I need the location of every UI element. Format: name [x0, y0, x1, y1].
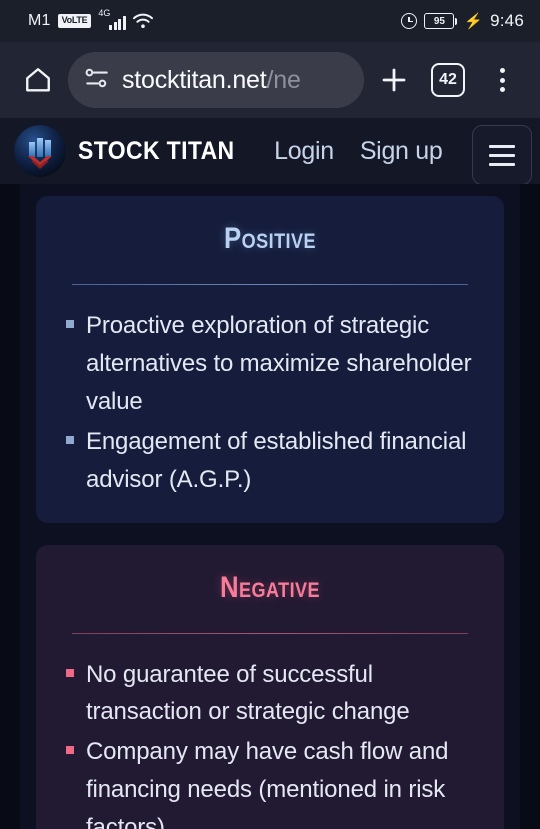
positive-card: Positive Proactive exploration of strate… — [36, 196, 504, 523]
wifi-icon — [132, 13, 153, 29]
alarm-clock-icon — [401, 13, 418, 29]
page-content: Positive Proactive exploration of strate… — [0, 184, 540, 829]
signal-bars-icon: 4G — [98, 8, 126, 30]
plus-icon[interactable] — [370, 56, 418, 104]
url-host: stocktitan.net — [122, 65, 267, 94]
negative-bullet-list: No guarantee of successful transaction o… — [60, 656, 474, 829]
tab-switcher-button[interactable]: 42 — [424, 56, 472, 104]
negative-card: Negative No guarantee of successful tran… — [36, 544, 504, 829]
battery-percent-label: 95 — [433, 15, 445, 27]
charging-bolt-icon: ⚡ — [464, 13, 484, 30]
positive-bullet-list: Proactive exploration of strategic alter… — [60, 307, 474, 499]
network-generation-label: 4G — [98, 8, 111, 18]
negative-card-divider — [72, 632, 468, 634]
signup-link[interactable]: Sign up — [360, 137, 443, 166]
positive-card-divider — [72, 284, 468, 285]
hamburger-menu-icon[interactable] — [472, 125, 532, 185]
address-bar[interactable]: stocktitan.net/ne — [68, 52, 364, 108]
right-gutter — [520, 184, 540, 829]
positive-card-title: Positive — [224, 222, 316, 255]
tab-count-label: 42 — [431, 63, 465, 97]
login-link[interactable]: Login — [274, 137, 334, 166]
site-header: STOCK TITAN Login Sign up — [0, 118, 540, 185]
kebab-menu-icon[interactable] — [478, 56, 526, 104]
brand-wordmark: STOCK TITAN — [78, 136, 235, 165]
status-bar-right: 95 ⚡ 9:46 — [401, 11, 524, 31]
status-bar-left: M1 VoLTE 4G — [16, 8, 401, 30]
status-bar-clock: 9:46 — [490, 11, 524, 30]
list-item: Engagement of established financial advi… — [60, 423, 474, 499]
browser-toolbar: stocktitan.net/ne 42 — [0, 42, 540, 118]
negative-card-title: Negative — [219, 570, 321, 604]
url-text: stocktitan.net/ne — [122, 66, 301, 95]
url-path: /ne — [266, 65, 301, 94]
phone-status-bar: M1 VoLTE 4G 95 ⚡ 9:46 — [0, 0, 540, 42]
left-gutter — [0, 184, 20, 829]
list-item: Company may have cash flow and financing… — [60, 733, 474, 829]
tune-sliders-icon[interactable] — [84, 66, 110, 95]
stocktitan-logo[interactable] — [14, 125, 66, 177]
volte-badge: VoLTE — [57, 14, 92, 28]
home-icon[interactable] — [14, 56, 62, 104]
list-item: No guarantee of successful transaction o… — [60, 656, 474, 732]
carrier-label: M1 — [28, 12, 51, 29]
battery-icon: 95 — [424, 13, 458, 29]
list-item: Proactive exploration of strategic alter… — [60, 307, 474, 421]
